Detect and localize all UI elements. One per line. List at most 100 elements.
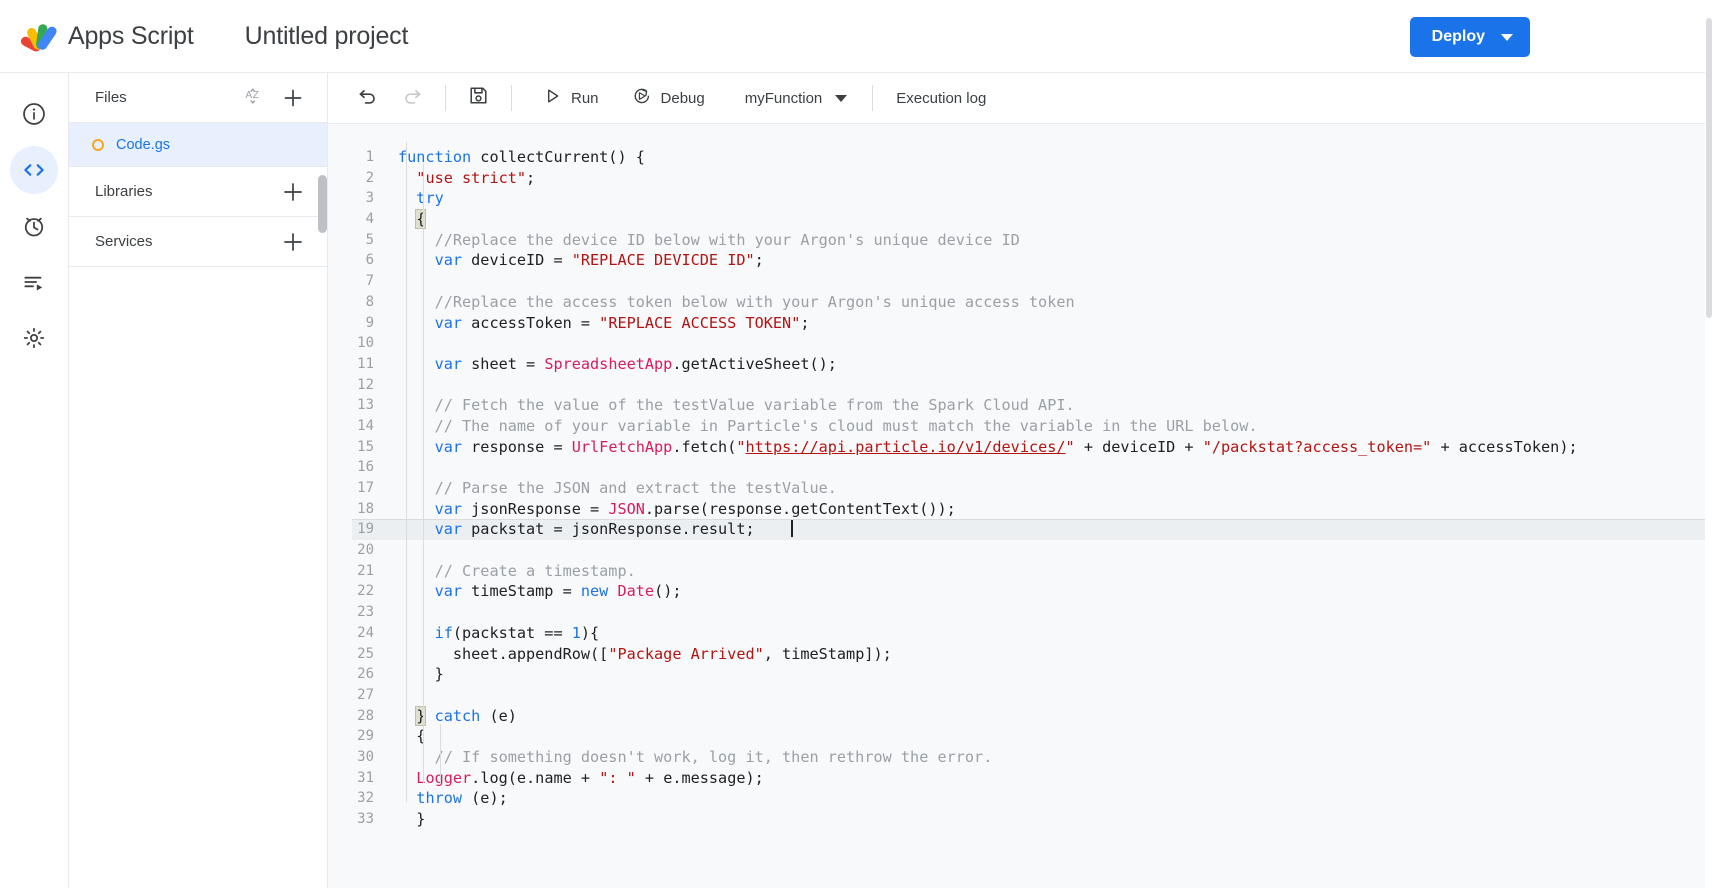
code-line[interactable]: 12 xyxy=(328,375,1705,396)
code-line[interactable]: 3 try xyxy=(328,188,1705,209)
line-content: // Fetch the value of the testValue vari… xyxy=(434,396,1075,415)
line-content: var deviceID = "REPLACE DEVICDE ID"; xyxy=(434,251,764,270)
save-button[interactable] xyxy=(461,81,496,115)
add-file-icon[interactable] xyxy=(281,86,305,110)
project-title[interactable]: Untitled project xyxy=(245,22,409,51)
line-content: { xyxy=(398,727,426,746)
code-line[interactable]: 7 xyxy=(328,271,1705,292)
line-number: 22 xyxy=(357,583,374,600)
code-line[interactable]: 21 // Create a timestamp. xyxy=(328,561,1705,582)
play-icon xyxy=(541,85,563,112)
code-line[interactable]: 13 // Fetch the value of the testValue v… xyxy=(328,395,1705,416)
code-line[interactable]: 5 //Replace the device ID below with you… xyxy=(328,230,1705,251)
line-number: 7 xyxy=(365,273,374,290)
code-line[interactable]: 18 var jsonResponse = JSON.parse(respons… xyxy=(328,499,1705,520)
line-number: 1 xyxy=(365,149,374,165)
function-selector-value: myFunction xyxy=(744,89,823,107)
line-number: 16 xyxy=(357,459,374,476)
line-number: 27 xyxy=(357,686,374,703)
function-selector[interactable]: myFunction xyxy=(735,81,858,115)
code-line[interactable]: 29 { xyxy=(328,726,1705,747)
code-line[interactable]: 24 if(packstat == 1){ xyxy=(328,623,1705,644)
line-content: var response = UrlFetchApp.fetch("https:… xyxy=(434,437,1578,456)
code-line[interactable]: 25 sheet.appendRow(["Package Arrived", t… xyxy=(328,644,1705,665)
sidebar-item-executions[interactable] xyxy=(10,258,58,306)
code-line[interactable]: 1 function collectCurrent() { xyxy=(328,147,1705,168)
line-content: //Replace the device ID below with your … xyxy=(434,230,1020,249)
libraries-section-header[interactable]: Libraries xyxy=(69,167,327,217)
code-line[interactable]: 26 } xyxy=(328,664,1705,685)
code-line[interactable]: 14 // The name of your variable in Parti… xyxy=(328,416,1705,437)
line-content: //Replace the access token below with yo… xyxy=(434,292,1075,311)
code-editor[interactable]: 1 function collectCurrent() {2 "use stric… xyxy=(328,124,1705,888)
line-number: 11 xyxy=(357,355,374,372)
code-line[interactable]: 9 var accessToken = "REPLACE ACCESS TOKE… xyxy=(328,313,1705,334)
run-button-label: Run xyxy=(571,89,599,107)
line-number: 18 xyxy=(357,500,374,517)
info-icon xyxy=(21,101,47,127)
line-content: if(packstat == 1){ xyxy=(434,623,600,642)
services-section-title: Services xyxy=(95,233,153,250)
line-content: // If something doesn't work, log it, th… xyxy=(434,747,993,766)
files-panel-scrollbar[interactable] xyxy=(318,175,327,233)
line-content: var timeStamp = new Date(); xyxy=(434,582,682,601)
code-line[interactable]: 2 "use strict"; xyxy=(328,168,1705,189)
line-number: 24 xyxy=(357,624,374,641)
add-service-icon[interactable] xyxy=(281,230,305,254)
code-line[interactable]: 10 xyxy=(328,333,1705,354)
execution-log-button[interactable]: Execution log xyxy=(888,81,994,115)
code-line[interactable]: 4 { xyxy=(328,209,1705,230)
debug-button[interactable]: Debug xyxy=(625,81,715,115)
page-scrollbar[interactable] xyxy=(1705,0,1713,888)
sort-az-icon[interactable]: A Z xyxy=(243,86,267,110)
line-number: 29 xyxy=(357,728,374,745)
toolbar-divider xyxy=(872,85,874,111)
line-number: 19 xyxy=(357,521,374,538)
page-scrollbar-thumb[interactable] xyxy=(1706,18,1712,318)
redo-button[interactable] xyxy=(395,81,430,115)
code-line[interactable]: 19 var packstat = jsonResponse.result; xyxy=(328,519,1705,540)
code-line[interactable]: 33 } xyxy=(328,809,1705,830)
line-number: 5 xyxy=(365,231,374,248)
code-line[interactable]: 30 // If something doesn't work, log it,… xyxy=(328,747,1705,768)
code-line[interactable]: 27 xyxy=(328,685,1705,706)
line-number: 26 xyxy=(357,666,374,683)
code-line[interactable]: 11 var sheet = SpreadsheetApp.getActiveS… xyxy=(328,354,1705,375)
sidebar-item-editor[interactable] xyxy=(10,146,58,194)
line-content: var packstat = jsonResponse.result; xyxy=(398,519,794,540)
sidebar-item-overview[interactable] xyxy=(10,90,58,138)
add-library-icon[interactable] xyxy=(281,180,305,204)
code-line[interactable]: 22 var timeStamp = new Date(); xyxy=(328,581,1705,602)
line-number: 28 xyxy=(357,707,374,724)
code-icon xyxy=(20,156,48,184)
code-line[interactable]: 32 throw (e); xyxy=(328,788,1705,809)
code-line[interactable]: 20 xyxy=(328,540,1705,561)
left-icon-rail xyxy=(0,73,69,888)
list-item[interactable]: Code.gs xyxy=(69,123,327,167)
deploy-button[interactable]: Deploy xyxy=(1409,17,1530,57)
code-line[interactable]: 15 var response = UrlFetchApp.fetch("htt… xyxy=(328,437,1705,458)
sidebar-item-triggers[interactable] xyxy=(10,202,58,250)
line-content: "use strict"; xyxy=(416,168,536,187)
code-line[interactable]: 16 xyxy=(328,457,1705,478)
undo-icon xyxy=(356,84,379,112)
line-number: 23 xyxy=(357,604,374,621)
code-line[interactable]: 31 Logger.log(e.name + ": " + e.message)… xyxy=(328,768,1705,789)
run-button[interactable]: Run xyxy=(535,81,609,115)
files-panel: Files A Z Code.gs Libraries Services xyxy=(69,73,328,888)
code-line[interactable]: 8 //Replace the access token below with … xyxy=(328,292,1705,313)
indent-guide xyxy=(440,724,441,784)
code-line[interactable]: 23 xyxy=(328,602,1705,623)
line-content: } xyxy=(398,665,444,684)
indent-guide xyxy=(423,163,424,783)
file-name: Code.gs xyxy=(116,136,171,153)
debug-icon xyxy=(631,85,653,112)
code-line[interactable]: 6 var deviceID = "REPLACE DEVICDE ID"; xyxy=(328,250,1705,271)
undo-button[interactable] xyxy=(350,81,385,115)
line-content: { xyxy=(415,209,427,230)
services-section-header[interactable]: Services xyxy=(69,217,327,267)
sidebar-item-project-settings[interactable] xyxy=(10,314,58,362)
code-line[interactable]: 28 } catch (e) xyxy=(328,705,1705,727)
code-line[interactable]: 17 // Parse the JSON and extract the tes… xyxy=(328,478,1705,499)
apps-script-logo[interactable] xyxy=(18,14,62,58)
